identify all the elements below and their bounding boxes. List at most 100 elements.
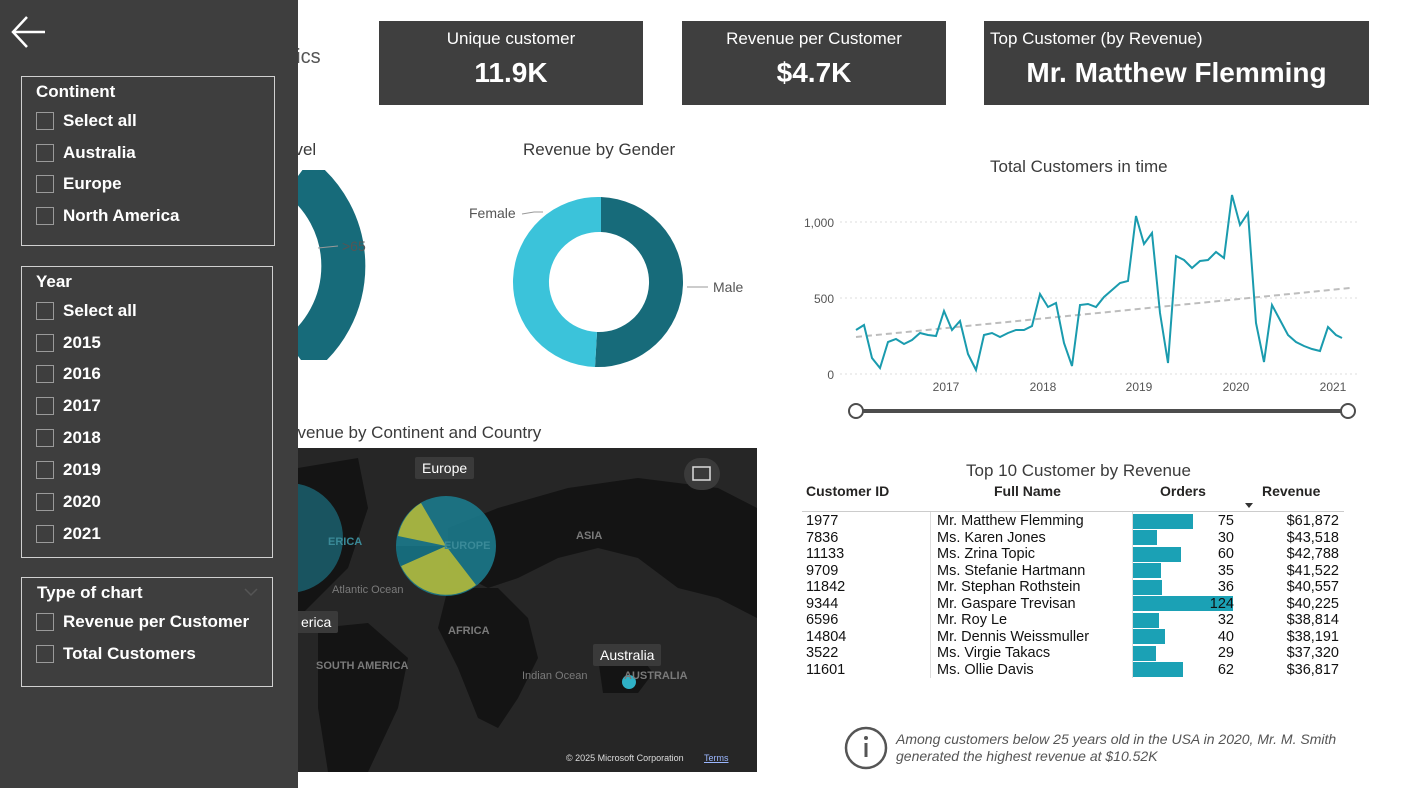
insight-line: generated the highest revenue at $10.52K	[896, 748, 1158, 764]
age-donut-chart[interactable]	[298, 170, 388, 360]
slicer-option-select-all[interactable]: Select all	[36, 299, 137, 323]
top10-title: Top 10 Customer by Revenue	[966, 461, 1191, 480]
cell-full-name: Mr. Matthew Flemming	[937, 513, 1084, 529]
slicer-option-2015[interactable]: 2015	[36, 331, 101, 355]
col-header-revenue[interactable]: Revenue	[1262, 483, 1320, 499]
map-focus-button[interactable]	[684, 458, 720, 490]
table-row[interactable]: 9344 Mr. Gaspare Trevisan 124 $40,225	[802, 596, 1344, 613]
checkbox[interactable]	[36, 461, 54, 479]
slicer-option-2016[interactable]: 2016	[36, 362, 101, 386]
age-slice[interactable]	[298, 170, 366, 360]
customers-series-line[interactable]	[855, 194, 1343, 373]
option-label: 2020	[63, 492, 101, 511]
female-leader	[521, 211, 543, 215]
x-tick-label: 2020	[1223, 380, 1250, 394]
kpi-value: $4.7K	[776, 57, 852, 88]
female-slice[interactable]	[512, 196, 601, 367]
time-slider-end-handle[interactable]	[1340, 403, 1356, 419]
america-tooltip-tag: erica	[298, 611, 339, 633]
checkbox[interactable]	[36, 613, 54, 631]
y-tick-label: 500	[814, 292, 834, 306]
kpi-title: Revenue per Customer	[726, 29, 902, 48]
map-label: AUSTRALIA	[624, 670, 688, 682]
option-label: 2017	[63, 396, 101, 415]
insight-line: Among customers below 25 years old in th…	[896, 731, 1337, 747]
cell-orders: 75	[1217, 513, 1234, 529]
checkbox[interactable]	[36, 397, 54, 415]
table-row[interactable]: 1977 Mr. Matthew Flemming 75 $61,872	[802, 513, 1344, 530]
checkbox[interactable]	[36, 144, 54, 162]
table-row[interactable]: 11601 Ms. Ollie Davis 62 $36,817	[802, 662, 1344, 679]
table-row[interactable]: 11133 Ms. Zrina Topic 60 $42,788	[802, 546, 1344, 563]
orders-databar	[1133, 645, 1157, 661]
col-header-customer-id[interactable]: Customer ID	[806, 483, 889, 499]
checkbox[interactable]	[36, 175, 54, 193]
cell-customer-id: 7836	[806, 529, 839, 546]
slicer-option-australia[interactable]: Australia	[36, 141, 136, 165]
cell-orders: 30	[1217, 529, 1234, 546]
map-terms-link[interactable]: Terms	[704, 753, 729, 763]
option-label: 2015	[63, 333, 101, 352]
slicer-option-2020[interactable]: 2020	[36, 490, 101, 514]
chevron-down-icon[interactable]	[244, 587, 258, 597]
orders-databar	[1133, 513, 1194, 529]
orders-databar	[1133, 579, 1163, 595]
option-label: North America	[63, 206, 180, 225]
info-icon	[844, 726, 888, 770]
checkbox[interactable]	[36, 334, 54, 352]
cell-full-name: Mr. Stephan Rothstein	[937, 579, 1081, 595]
cell-revenue: $37,320	[1286, 645, 1339, 661]
table-row[interactable]: 9709 Ms. Stefanie Hartmann 35 $41,522	[802, 563, 1344, 580]
slicer-option-2019[interactable]: 2019	[36, 458, 101, 482]
cell-full-name: Ms. Ollie Davis	[937, 661, 1034, 678]
slicer-option-revenue-per-customer[interactable]: Revenue per Customer	[36, 610, 249, 634]
checkbox[interactable]	[36, 645, 54, 663]
checkbox[interactable]	[36, 112, 54, 130]
table-row[interactable]: 3522 Ms. Virgie Takacs 29 $37,320	[802, 645, 1344, 662]
table-row[interactable]: 11842 Mr. Stephan Rothstein 36 $40,557	[802, 579, 1344, 596]
revenue-map[interactable]: ERICA EUROPE ASIA AFRICA Atlantic Ocean …	[298, 448, 757, 772]
slicer-option-2017[interactable]: 2017	[36, 394, 101, 418]
option-label: 2016	[63, 364, 101, 383]
slicer-option-select-all[interactable]: Select all	[36, 109, 137, 133]
checkbox[interactable]	[36, 365, 54, 383]
slicer-option-total-customers[interactable]: Total Customers	[36, 642, 196, 666]
cell-revenue: $40,225	[1286, 595, 1339, 612]
table-row[interactable]: 14804 Mr. Dennis Weissmuller 40 $38,191	[802, 629, 1344, 646]
map-bubbles[interactable]	[298, 448, 757, 772]
map-label: SOUTH AMERICA	[316, 660, 409, 672]
table-row[interactable]: 7836 Ms. Karen Jones 30 $43,518	[802, 530, 1344, 547]
slicer-option-north-america[interactable]: North America	[36, 204, 180, 228]
sort-desc-icon[interactable]	[1245, 503, 1253, 508]
y-gridlines	[840, 221, 1360, 375]
y-tick-label: 1,000	[804, 216, 834, 230]
table-row[interactable]: 6596 Mr. Roy Le 32 $38,814	[802, 612, 1344, 629]
chart-type-slicer: Type of chart Revenue per Customer Total…	[21, 577, 273, 687]
cell-orders: 40	[1217, 628, 1234, 645]
checkbox[interactable]	[36, 493, 54, 511]
kpi-card-top-customer[interactable]: Top Customer (by Revenue) Mr. Matthew Fl…	[984, 21, 1369, 105]
col-header-orders[interactable]: Orders	[1160, 483, 1206, 499]
back-arrow-icon[interactable]	[10, 14, 48, 50]
male-slice[interactable]	[595, 197, 684, 368]
y-tick-label: 0	[827, 368, 834, 382]
kpi-title: Unique customer	[446, 29, 576, 48]
kpi-value: Mr. Matthew Flemming	[1026, 57, 1327, 88]
checkbox[interactable]	[36, 429, 54, 447]
checkbox[interactable]	[36, 302, 54, 320]
map-label: Atlantic Ocean	[332, 584, 404, 596]
line-chart[interactable]: 1,000 500 0 2017 2018 2019 2020 2021	[790, 180, 1370, 425]
checkbox[interactable]	[36, 207, 54, 225]
slicer-option-europe[interactable]: Europe	[36, 172, 122, 196]
slicer-option-2021[interactable]: 2021	[36, 522, 101, 546]
time-slider-start-handle[interactable]	[848, 403, 864, 419]
cell-customer-id: 11133	[806, 546, 845, 562]
kpi-card-unique-customer[interactable]: Unique customer 11.9K	[379, 21, 643, 105]
slicer-option-2018[interactable]: 2018	[36, 426, 101, 450]
cell-orders: 29	[1217, 645, 1234, 661]
kpi-card-revenue-per-customer[interactable]: Revenue per Customer $4.7K	[682, 21, 946, 105]
checkbox[interactable]	[36, 525, 54, 543]
filter-pane: Continent Select all Australia Europe No…	[0, 0, 298, 788]
col-header-full-name[interactable]: Full Name	[994, 483, 1061, 499]
cell-revenue: $41,522	[1286, 562, 1339, 579]
